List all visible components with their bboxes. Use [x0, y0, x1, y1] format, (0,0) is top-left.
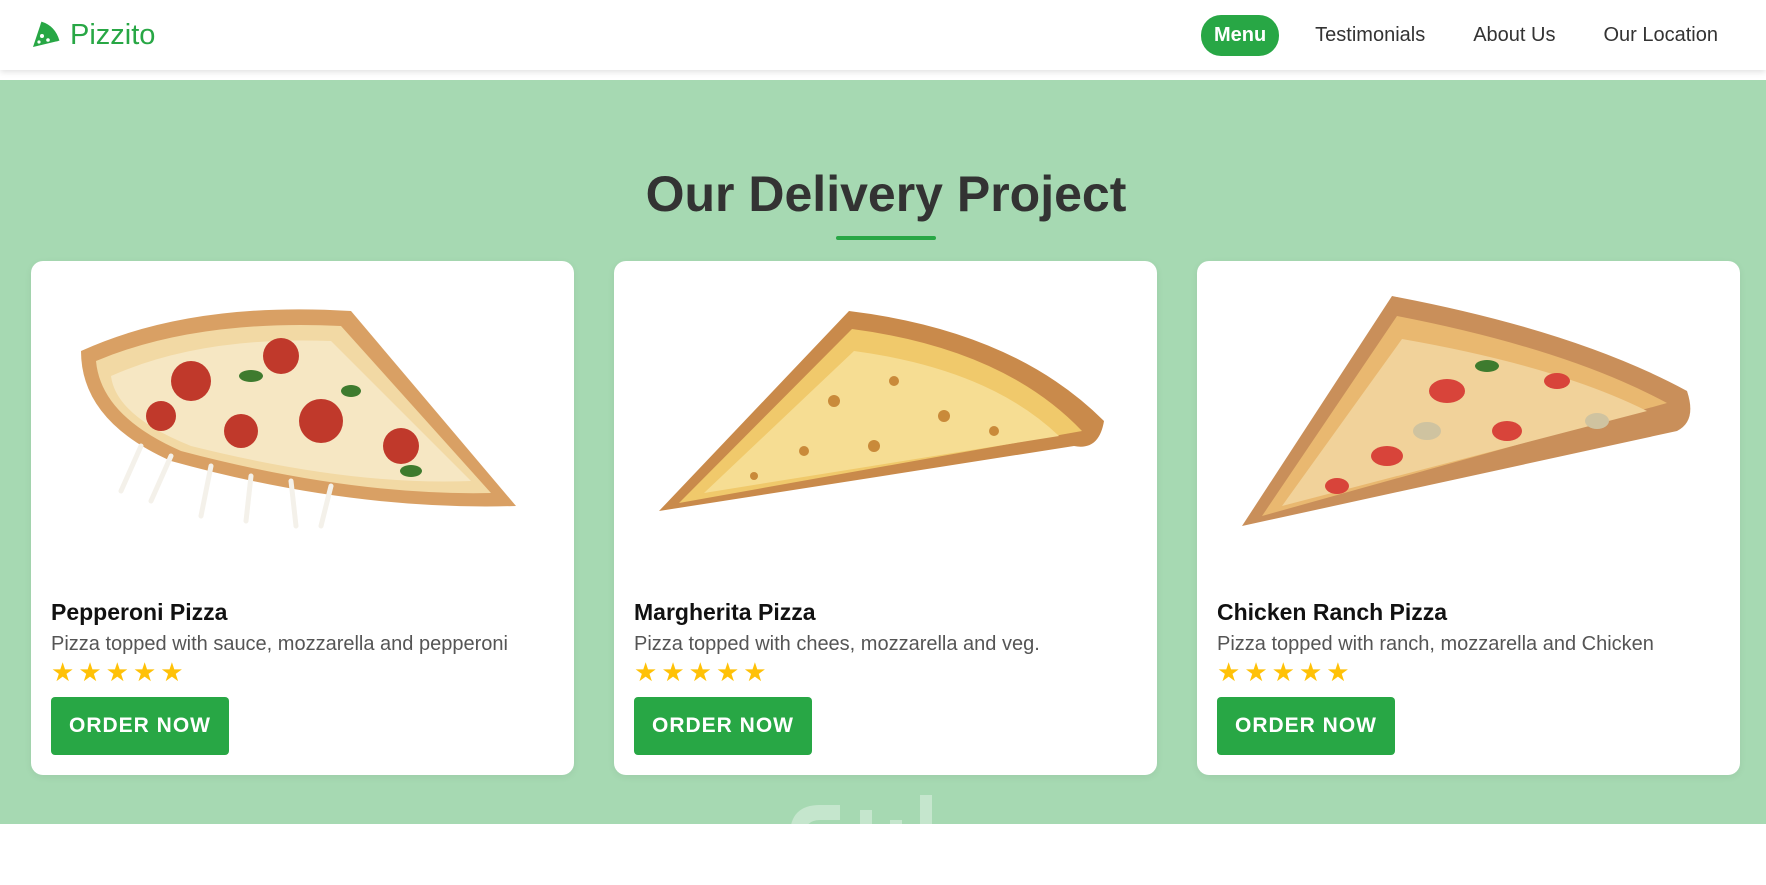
margherita-pizza-image [659, 311, 1104, 511]
brand-name: Pizzito [70, 18, 156, 51]
menu-card-margherita: Margherita Pizza Pizza topped with chees… [614, 261, 1157, 775]
star-icon: ★ [1244, 657, 1268, 687]
card-title: Margherita Pizza [634, 599, 816, 625]
rating-stars: ★ ★ ★ ★ ★ [1217, 659, 1350, 685]
title-underline [836, 236, 936, 240]
brand-logo[interactable]: Pizzito [30, 19, 155, 52]
nav-item-testimonials[interactable]: Testimonials [1303, 16, 1437, 55]
rating-stars: ★ ★ ★ ★ ★ [634, 659, 767, 685]
star-icon: ★ [105, 657, 129, 687]
star-icon: ★ [1326, 657, 1350, 687]
delivery-section: Our Delivery Project Pepperoni Pizza Piz… [0, 80, 1766, 878]
chicken-ranch-pizza-image [1242, 296, 1691, 526]
navbar: Pizzito Menu Testimonials About Us Our L… [0, 0, 1766, 70]
star-icon: ★ [688, 657, 712, 687]
star-icon: ★ [132, 657, 157, 687]
nav-item-about-us[interactable]: About Us [1461, 16, 1567, 55]
pizza-slice-icon [33, 21, 60, 47]
card-description: Pizza topped with sauce, mozzarella and … [51, 633, 508, 655]
star-icon: ★ [743, 657, 767, 687]
card-description: Pizza topped with chees, mozzarella and … [634, 633, 1040, 655]
star-icon: ★ [1271, 657, 1295, 687]
menu-card-chicken-ranch: Chicken Ranch Pizza Pizza topped with ra… [1197, 261, 1740, 775]
star-icon: ★ [51, 657, 75, 687]
star-icon: ★ [634, 657, 658, 687]
order-now-button[interactable]: ORDER NOW [51, 697, 229, 755]
order-now-button[interactable]: ORDER NOW [634, 697, 812, 755]
star-icon: ★ [715, 657, 740, 687]
nav-links: Menu Testimonials About Us Our Location [1200, 14, 1730, 56]
rating-stars: ★ ★ ★ ★ ★ [51, 659, 184, 685]
star-icon: ★ [160, 657, 184, 687]
card-title: Chicken Ranch Pizza [1217, 599, 1448, 625]
card-description: Pizza topped with ranch, mozzarella and … [1217, 633, 1654, 655]
nav-item-our-location[interactable]: Our Location [1591, 16, 1730, 55]
nav-item-menu[interactable]: Menu [1200, 14, 1280, 56]
star-icon: ★ [1217, 657, 1241, 687]
star-icon: ★ [661, 657, 685, 687]
menu-card-pepperoni: Pepperoni Pizza Pizza topped with sauce,… [31, 261, 574, 775]
section-title: Our Delivery Project [645, 166, 1127, 222]
star-icon: ★ [1298, 657, 1323, 687]
order-now-button[interactable]: ORDER NOW [1217, 697, 1395, 755]
star-icon: ★ [78, 657, 102, 687]
card-title: Pepperoni Pizza [51, 599, 228, 625]
pepperoni-pizza-image [81, 309, 516, 529]
watermark-logo [790, 795, 985, 878]
